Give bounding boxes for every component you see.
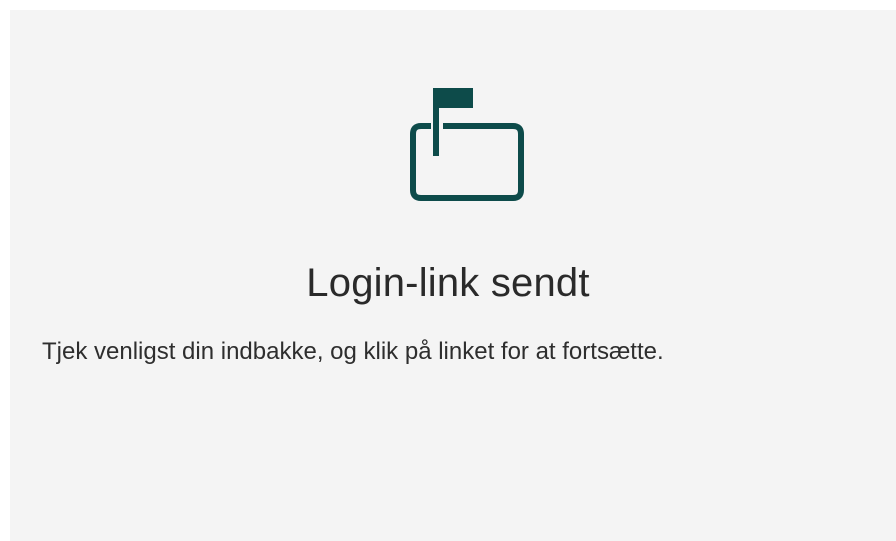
mailbox-flag-icon bbox=[407, 84, 529, 206]
instruction-text: Tjek venligst din indbakke, og klik på l… bbox=[42, 338, 664, 365]
page-title: Login-link sendt bbox=[306, 261, 590, 305]
